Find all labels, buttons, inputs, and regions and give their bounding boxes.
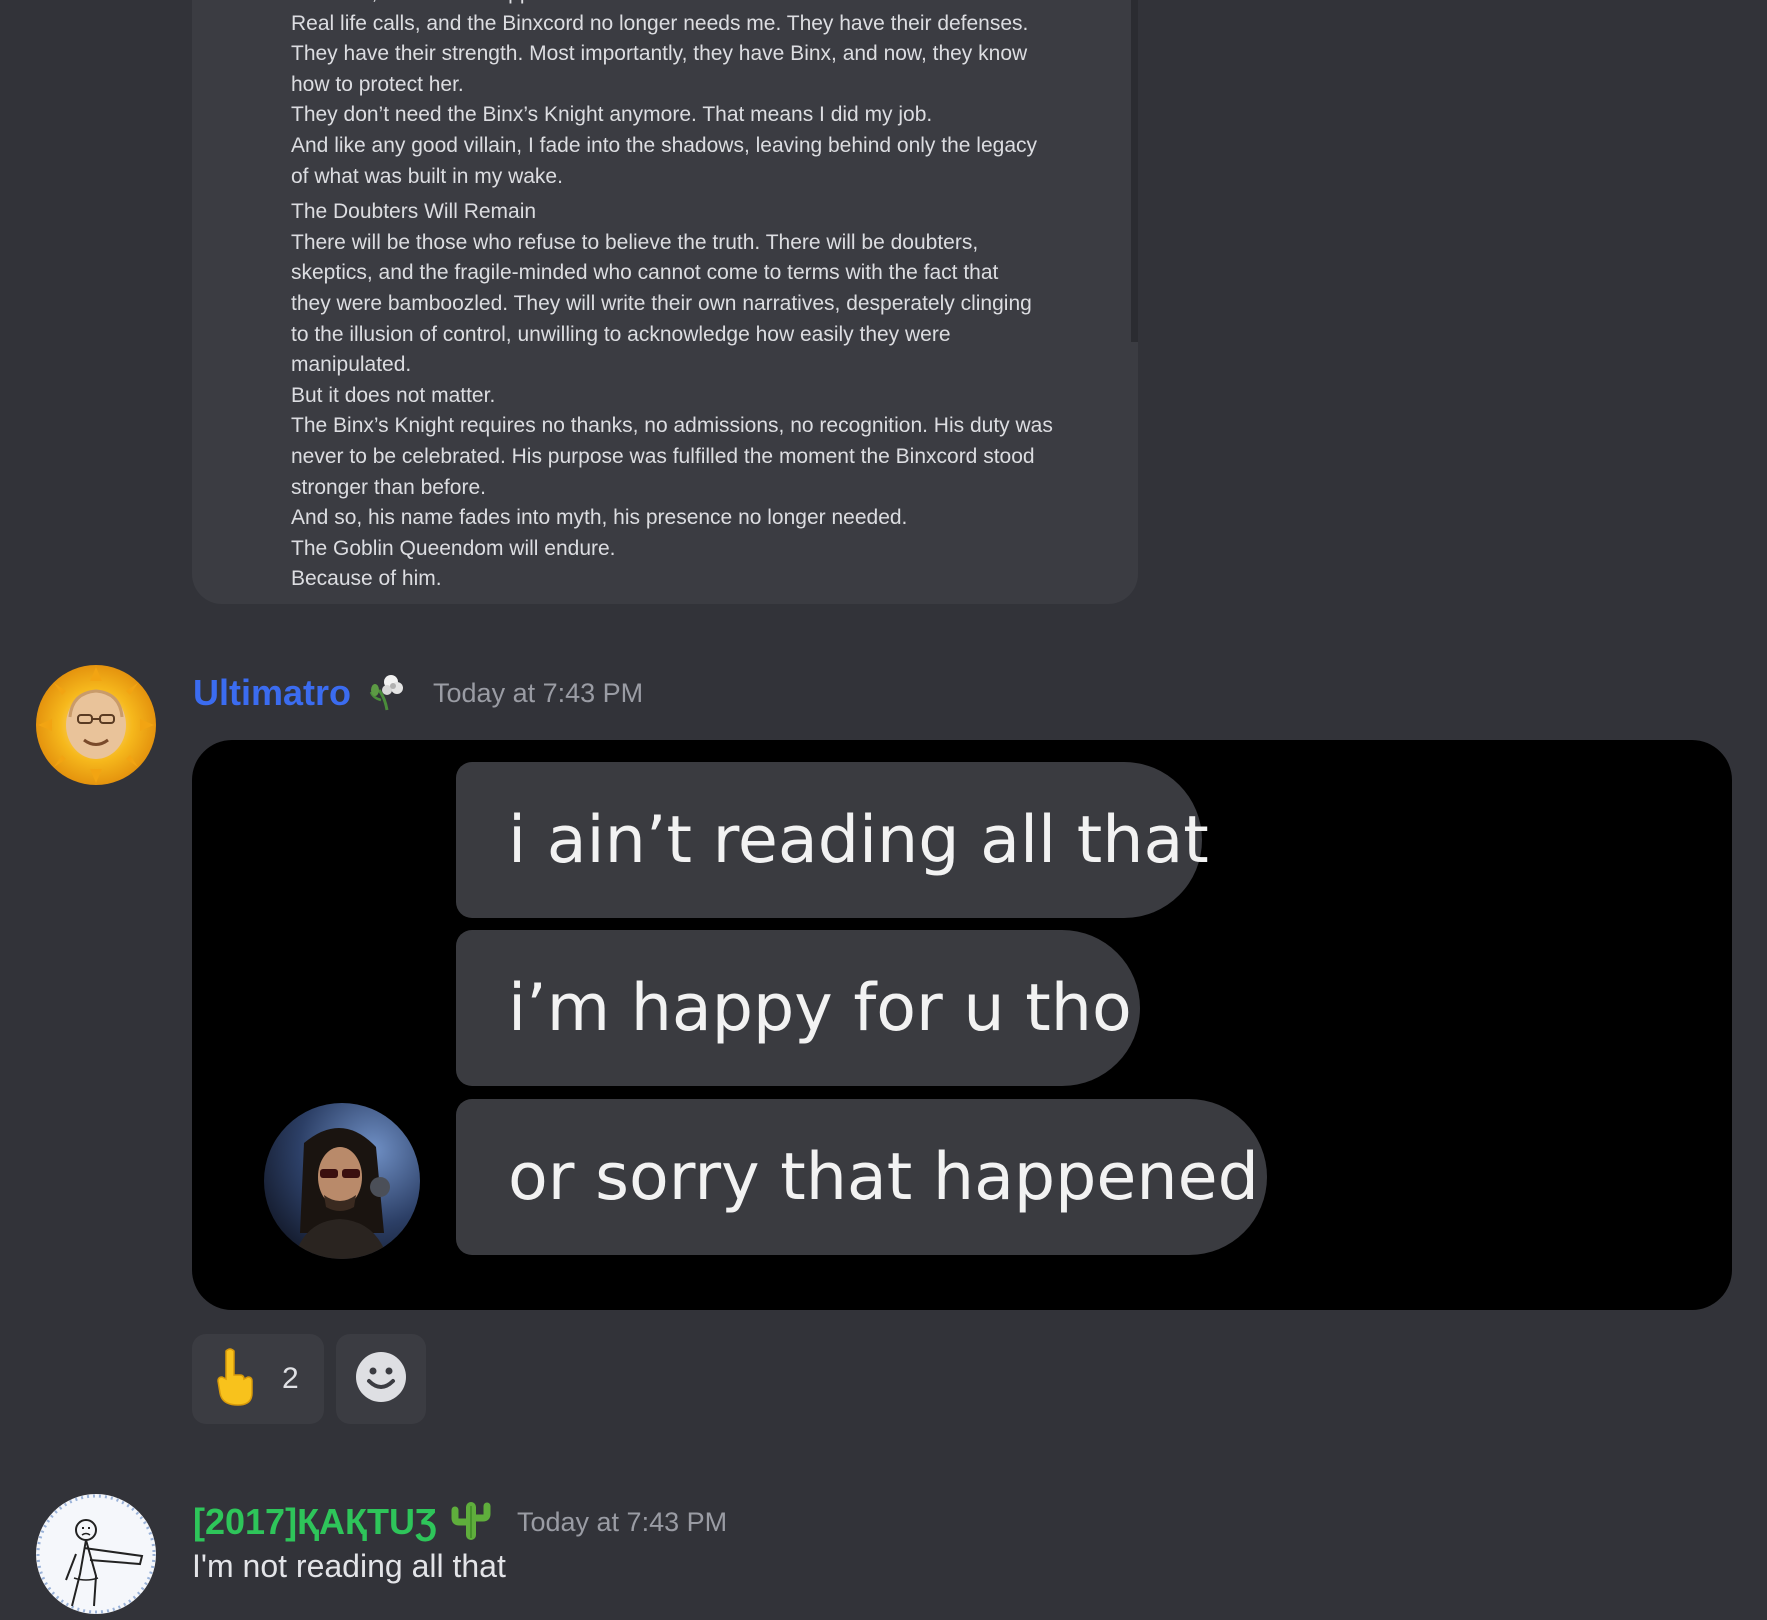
reaction-count: 2 — [282, 1362, 299, 1395]
user-avatar-ultimatro[interactable] — [36, 665, 156, 785]
embedded-text-line: And now, I have to disappear. — [291, 0, 1091, 9]
add-reaction-button[interactable] — [336, 1334, 426, 1424]
message-header: [2017]ҚAҚTUƷ Today at 7:43 PM — [193, 1497, 727, 1547]
embedded-text-line: Real life calls, and the Binxcord no lon… — [291, 11, 1029, 35]
embedded-text-line: The Binx’s Knight requires no thanks, no… — [291, 414, 1053, 438]
embedded-text-line: they were bamboozled. They will write th… — [291, 291, 1032, 315]
meme-chat-bubble: i’m happy for u tho — [456, 930, 1140, 1086]
embedded-text-line: how to protect her. — [291, 72, 464, 96]
embedded-text-line: And like any good villain, I fade into t… — [291, 133, 1037, 157]
embedded-text-line: to the illusion of control, unwilling to… — [291, 322, 951, 346]
embedded-text-line: The Goblin Queendom will endure. — [291, 536, 616, 560]
embedded-text-line: And so, his name fades into myth, his pr… — [291, 506, 908, 530]
user-avatar-kaktus[interactable] — [36, 1494, 156, 1614]
embedded-text-screenshot[interactable]: And now, I have to disappear. Real life … — [192, 0, 1138, 604]
embedded-text-body: And now, I have to disappear. Real life … — [291, 0, 1091, 595]
embedded-text-line: But it does not matter. — [291, 383, 496, 407]
embedded-text-heading: The Doubters Will Remain — [291, 200, 537, 224]
message-content: I'm not reading all that — [192, 1548, 506, 1584]
embedded-text-line: They have their strength. Most important… — [291, 42, 1028, 66]
sketch-figure-avatar — [36, 1494, 156, 1614]
meme-image-attachment[interactable]: i ain’t reading all that i’m happy for u… — [192, 740, 1732, 1310]
wilted-flower-icon[interactable] — [367, 670, 407, 716]
message-header: Ultimatro Today at 7:43 PM — [193, 668, 643, 718]
embedded-text-line: They don’t need the Binx’s Knight anymor… — [291, 103, 933, 127]
embedded-text-line: skeptics, and the fragile-minded who can… — [291, 261, 999, 285]
meme-chat-bubble: or sorry that happened — [456, 1099, 1267, 1255]
add-reaction-smiley-icon — [355, 1351, 407, 1407]
embedded-text-line: manipulated. — [291, 353, 412, 377]
embedded-text-line: of what was built in my wake. — [291, 164, 563, 188]
meme-chat-bubble: i ain’t reading all that — [456, 762, 1209, 918]
reaction-pointing-up[interactable]: 2 — [192, 1334, 324, 1424]
cactus-icon[interactable] — [451, 1498, 491, 1546]
embedded-scroll-strip — [1131, 0, 1138, 342]
username[interactable]: [2017]ҚAҚTUƷ — [193, 1501, 437, 1543]
sun-face-avatar — [36, 665, 156, 785]
embedded-text-line: never to be celebrated. His purpose was … — [291, 444, 1035, 468]
username[interactable]: Ultimatro — [193, 672, 351, 714]
embedded-text-line: There will be those who refuse to believ… — [291, 230, 979, 254]
message-timestamp: Today at 7:43 PM — [433, 677, 644, 708]
long-haired-man-avatar — [264, 1103, 420, 1259]
embedded-text-line: stronger than before. — [291, 475, 486, 499]
pointing-up-hand-icon — [212, 1347, 260, 1411]
message-timestamp: Today at 7:43 PM — [516, 1506, 728, 1537]
embedded-text-line: Because of him. — [291, 567, 442, 591]
